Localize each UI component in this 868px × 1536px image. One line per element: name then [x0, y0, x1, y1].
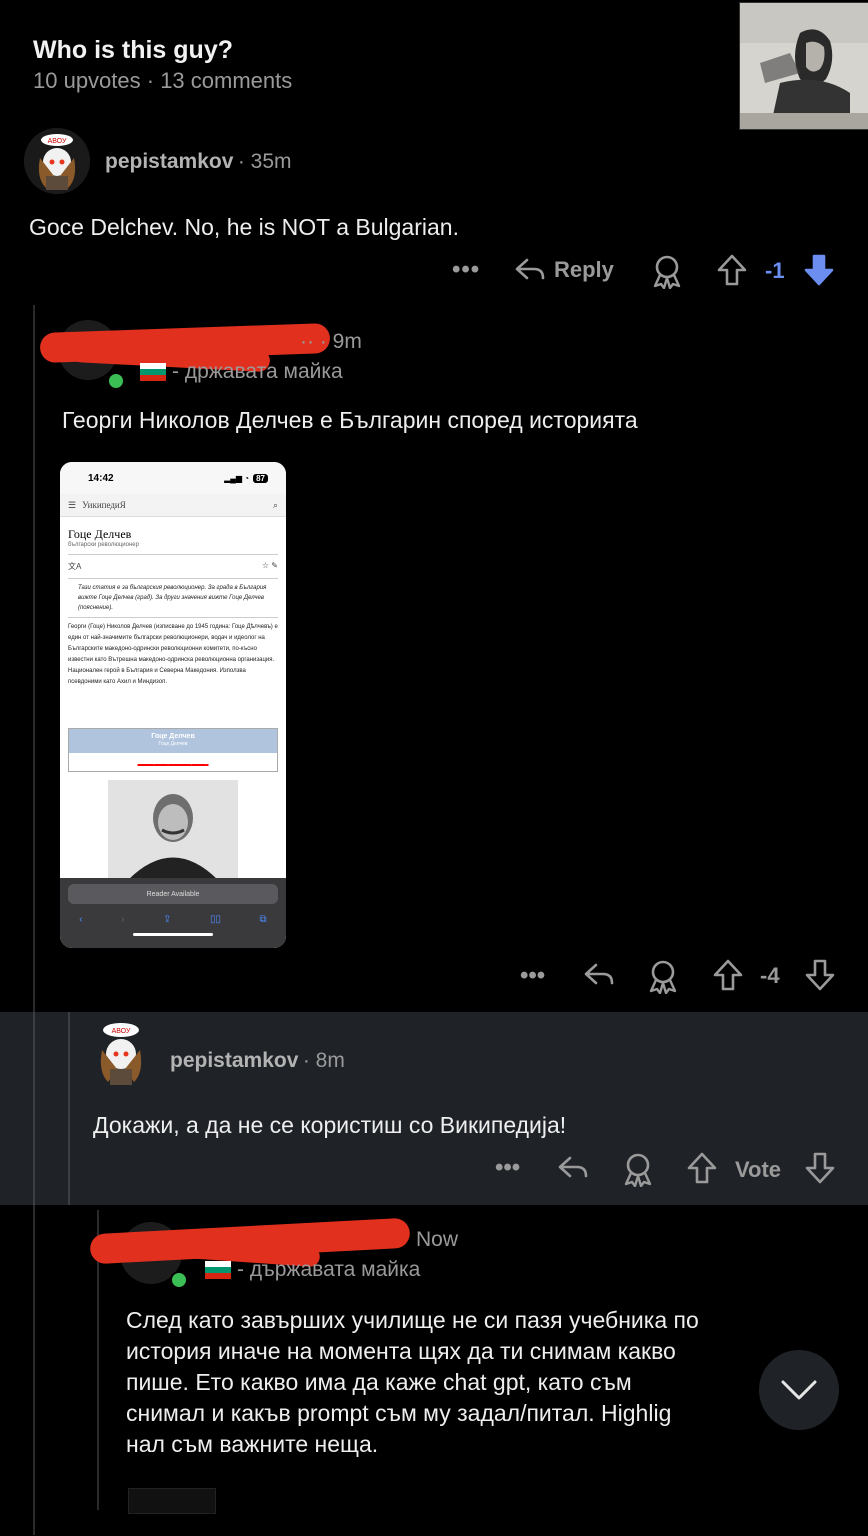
comment-time: ·· · 9m: [300, 330, 362, 353]
award-icon[interactable]: [621, 1151, 655, 1192]
wiki-paragraph: Георги (Гоце) Николов Делчев (изписване …: [68, 624, 278, 685]
comment-line: нал съм важните неща.: [126, 1431, 379, 1457]
online-dot: [107, 372, 125, 390]
post-title: Who is this guy?: [33, 36, 233, 64]
award-icon[interactable]: [650, 253, 684, 294]
wiki-hatnote: Тази статия е за българския революционер…: [68, 579, 278, 618]
scroll-down-button[interactable]: [759, 1350, 839, 1430]
post-meta: 10 upvotes · 13 comments: [33, 68, 293, 93]
user-flair: - државата майка: [172, 360, 343, 383]
comment-image[interactable]: 14:42 ▂▄▆ ◔ 87 ☰ УикипедиЯ ⌕ Гоце Делчев …: [60, 462, 286, 948]
thread-line: [33, 305, 35, 1535]
reply-button[interactable]: Reply: [514, 255, 614, 285]
thread-line: [68, 1012, 70, 1205]
svg-text:АВОУ: АВОУ: [48, 138, 67, 145]
wiki-subtitle: български революционер: [68, 542, 278, 555]
reply-icon[interactable]: [583, 960, 615, 995]
score: -1: [765, 258, 785, 283]
downvote-icon[interactable]: [804, 958, 836, 997]
svg-text:АВОУ: АВОУ: [112, 1028, 131, 1035]
flag-icon: [205, 1261, 231, 1279]
reply-icon: [515, 258, 545, 280]
avatar[interactable]: АВОУ: [24, 128, 90, 194]
more-icon[interactable]: •••: [452, 256, 480, 284]
infobox-title: Гоце Делчев: [69, 729, 277, 741]
award-icon[interactable]: [646, 958, 680, 999]
chevron-down-icon: [781, 1380, 817, 1400]
more-icon[interactable]: •••: [495, 1154, 520, 1182]
comment-line: пише. Ето какво има да каже chat gpt, ка…: [126, 1369, 632, 1395]
upvote-icon[interactable]: [716, 253, 748, 292]
reply-label: Reply: [554, 257, 614, 282]
status-time: 14:42: [88, 472, 114, 484]
comment-time: Now: [416, 1228, 459, 1251]
reader-bar: Reader Available: [68, 884, 278, 904]
upvote-icon[interactable]: [712, 958, 744, 997]
downvote-icon[interactable]: [804, 1151, 836, 1190]
flag-icon: [140, 363, 166, 381]
comment-body: Георги Николов Делчев е Българин според …: [62, 407, 638, 433]
comment-line: история иначе на момента щях да ти снима…: [126, 1338, 676, 1364]
post-thumbnail[interactable]: [739, 2, 868, 130]
online-dot: [170, 1271, 188, 1289]
search-icon: ⌕: [272, 499, 278, 510]
comment-line: След като завърших училище не си пазя уч…: [126, 1307, 699, 1333]
user-flair: - държавата майка: [237, 1258, 421, 1281]
vote-label: Vote: [735, 1157, 782, 1182]
score: -4: [760, 963, 780, 988]
comment-line: снимал и какъв prompt съм му задал/питал…: [126, 1400, 672, 1426]
downvote-icon[interactable]: [803, 253, 835, 292]
comment-body: Докажи, а да не се користиш со Википедиј…: [93, 1112, 567, 1138]
comment-username[interactable]: pepistamkov: [105, 150, 233, 173]
portrait-photo: [108, 780, 238, 880]
comment-image-preview[interactable]: [128, 1488, 216, 1514]
more-icon[interactable]: •••: [520, 962, 545, 990]
battery-level: 87: [253, 473, 268, 483]
avatar[interactable]: АВОУ: [88, 1018, 154, 1088]
comment-time: · 8m: [302, 1049, 345, 1072]
comment-body: След като завърших училище не си пазя уч…: [126, 1305, 826, 1460]
wiki-site-name: УикипедиЯ: [82, 500, 126, 510]
wiki-title: Гоце Делчев: [68, 527, 132, 541]
comment-body: Goce Delchev. No, he is NOT a Bulgarian.: [29, 214, 459, 240]
comment-username[interactable]: pepistamkov: [170, 1049, 298, 1072]
thread-line: [33, 1012, 35, 1205]
comment-time: · 35m: [237, 150, 292, 173]
upvote-icon[interactable]: [686, 1151, 718, 1190]
infobox-subtitle: Гоце Делчев: [69, 741, 277, 753]
reply-icon[interactable]: [557, 1153, 589, 1188]
infobox-role: български революционер: [69, 753, 277, 771]
